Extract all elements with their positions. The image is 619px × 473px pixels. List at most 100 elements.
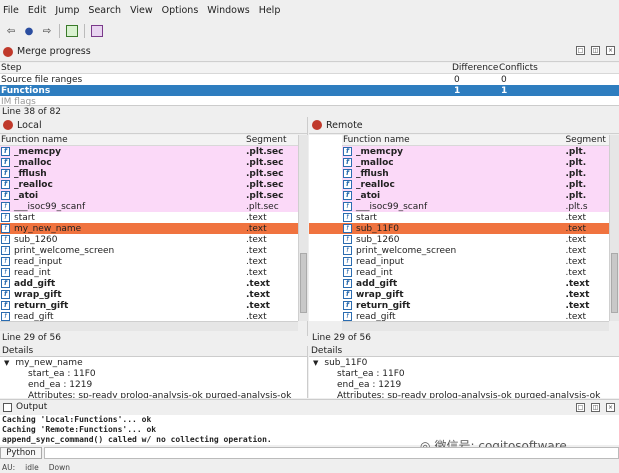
forward-arrow-icon[interactable]: ⇨ xyxy=(41,25,53,37)
menu-item-file[interactable]: File xyxy=(3,5,19,16)
function-name: sub_1260 xyxy=(14,234,58,245)
function-row[interactable]: f read_input .text xyxy=(0,256,298,267)
menu-item-options[interactable]: Options xyxy=(162,5,199,16)
function-row[interactable]: f _malloc .plt.sec xyxy=(0,157,298,168)
column-header-segment[interactable]: Segment xyxy=(563,135,609,145)
function-segment: .text xyxy=(246,311,267,322)
float-icon[interactable]: ◫ xyxy=(591,403,600,412)
function-row[interactable]: f _fflush .plt.sec xyxy=(0,168,298,179)
column-header-function-name[interactable]: Function name xyxy=(0,135,244,145)
restore-icon[interactable]: □ xyxy=(576,403,585,412)
command-bar: Python xyxy=(0,446,619,460)
menu-item-windows[interactable]: Windows xyxy=(207,5,249,16)
function-row[interactable]: f _memcpy .plt.sec xyxy=(0,146,298,157)
apply-merge-icon[interactable] xyxy=(66,25,78,37)
language-button[interactable]: Python xyxy=(0,447,42,459)
function-row[interactable]: f print_welcome_screen .text xyxy=(0,245,298,256)
function-name: read_input xyxy=(14,256,62,267)
function-icon: f xyxy=(1,290,10,299)
function-row[interactable]: f _memcpy .plt. xyxy=(342,146,609,157)
function-row[interactable]: f read_gift .text xyxy=(0,311,298,321)
merge-step-row[interactable]: Source file ranges 0 0 xyxy=(0,74,619,85)
merge-step-row[interactable]: Functions 1 1 xyxy=(0,85,619,96)
function-name: ___isoc99_scanf xyxy=(14,201,86,212)
details-end: end_ea : 1219 xyxy=(337,379,402,390)
expand-arrow-icon[interactable]: ▼ xyxy=(313,359,318,367)
function-name: read_int xyxy=(14,267,51,278)
function-row[interactable]: f return_gift .text xyxy=(342,300,609,311)
function-segment: .plt.s xyxy=(565,201,588,212)
details-title: Details xyxy=(0,346,307,357)
function-name: _fflush xyxy=(356,168,389,179)
function-icon: f xyxy=(343,202,352,211)
column-header-segment[interactable]: Segment xyxy=(244,135,294,145)
details-root: my_new_name xyxy=(15,357,83,368)
function-row[interactable]: f my_new_name .text xyxy=(0,223,298,234)
function-row[interactable]: f _malloc .plt. xyxy=(342,157,609,168)
function-row[interactable]: f _realloc .plt.sec xyxy=(0,179,298,190)
function-icon: f xyxy=(343,246,352,255)
function-icon: f xyxy=(1,312,10,321)
menu-item-view[interactable]: View xyxy=(130,5,153,16)
function-row[interactable]: f print_welcome_screen .text xyxy=(342,245,609,256)
function-row[interactable]: f sub_11F0 .text xyxy=(342,223,609,234)
function-segment: .plt. xyxy=(565,157,587,168)
function-icon: f xyxy=(343,312,352,321)
function-row[interactable]: f ___isoc99_scanf .plt.s xyxy=(342,201,609,212)
merge-step-row[interactable]: IM flags xyxy=(0,96,619,107)
function-row[interactable]: f add_gift .text xyxy=(0,278,298,289)
function-row[interactable]: f start .text xyxy=(342,212,609,223)
function-icon: f xyxy=(343,301,352,310)
function-row[interactable]: f _realloc .plt. xyxy=(342,179,609,190)
float-icon[interactable]: ◫ xyxy=(591,46,600,55)
column-header-conflicts[interactable]: Conflicts xyxy=(498,63,538,73)
function-row[interactable]: f read_int .text xyxy=(0,267,298,278)
menu-item-help[interactable]: Help xyxy=(259,5,281,16)
back-arrow-icon[interactable]: ⇦ xyxy=(5,25,17,37)
remote-vertical-scrollbar[interactable] xyxy=(609,135,619,321)
details-attrs: Attributes: sp-ready prolog-analysis-ok … xyxy=(28,390,292,399)
function-row[interactable]: f sub_1260 .text xyxy=(0,234,298,245)
remote-icon xyxy=(312,120,322,130)
function-row[interactable]: f ___isoc99_scanf .plt.sec xyxy=(0,201,298,212)
function-row[interactable]: f _atoi .plt.sec xyxy=(0,190,298,201)
function-row[interactable]: f _fflush .plt. xyxy=(342,168,609,179)
function-row[interactable]: f sub_1260 .text xyxy=(342,234,609,245)
function-row[interactable]: f add_gift .text xyxy=(342,278,609,289)
expand-arrow-icon[interactable]: ▼ xyxy=(4,359,9,367)
function-row[interactable]: f start .text xyxy=(0,212,298,223)
function-name: add_gift xyxy=(14,278,56,289)
toolbar-separator xyxy=(59,24,60,38)
function-row[interactable]: f read_gift .text xyxy=(342,311,609,321)
local-panel: Local Function name Segment f _memcpy .plt… xyxy=(0,117,308,336)
column-header-difference[interactable]: Difference xyxy=(451,63,498,73)
column-header-step[interactable]: Step xyxy=(0,63,451,73)
function-name: ___isoc99_scanf xyxy=(356,201,428,212)
function-row[interactable]: f wrap_gift .text xyxy=(0,289,298,300)
function-name: read_gift xyxy=(14,311,54,322)
close-icon[interactable]: × xyxy=(606,46,615,55)
function-icon: f xyxy=(1,235,10,244)
restore-icon[interactable]: □ xyxy=(576,46,585,55)
menu-item-search[interactable]: Search xyxy=(88,5,121,16)
record-icon[interactable]: ● xyxy=(23,25,35,37)
local-vertical-scrollbar[interactable] xyxy=(298,135,308,321)
function-segment: .text xyxy=(246,256,267,267)
function-row[interactable]: f read_input .text xyxy=(342,256,609,267)
function-row[interactable]: f wrap_gift .text xyxy=(342,289,609,300)
function-row[interactable]: f return_gift .text xyxy=(0,300,298,311)
close-merge-icon[interactable] xyxy=(91,25,103,37)
local-horizontal-scrollbar[interactable] xyxy=(0,321,298,331)
function-name: sub_11F0 xyxy=(356,223,399,234)
function-name: _fflush xyxy=(14,168,47,179)
command-input[interactable] xyxy=(44,447,619,459)
menu-item-jump[interactable]: Jump xyxy=(55,5,79,16)
function-row[interactable]: f _atoi .plt. xyxy=(342,190,609,201)
column-header-function-name[interactable]: Function name xyxy=(342,135,563,145)
close-icon[interactable]: × xyxy=(606,403,615,412)
remote-horizontal-scrollbar[interactable] xyxy=(342,321,609,331)
status-down: Down xyxy=(48,462,70,472)
menu-item-edit[interactable]: Edit xyxy=(28,5,46,16)
local-functions-table: Function name Segment f _memcpy .plt.sec f _… xyxy=(0,135,298,321)
function-row[interactable]: f read_int .text xyxy=(342,267,609,278)
